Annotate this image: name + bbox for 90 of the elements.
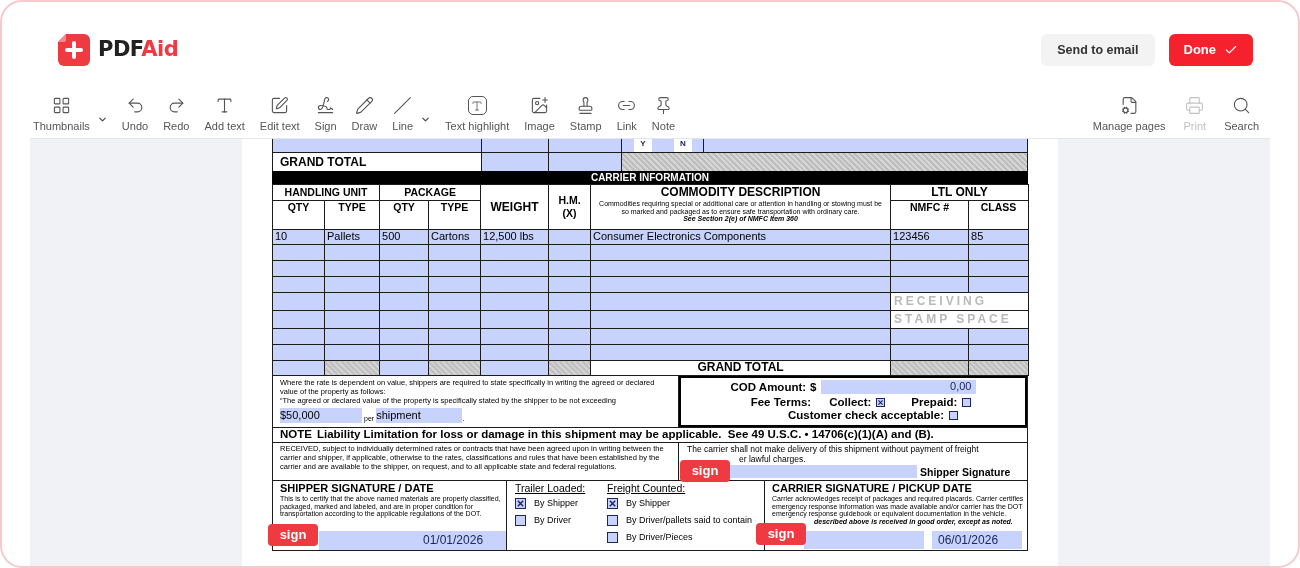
form-field[interactable]: $50,000: [280, 408, 362, 423]
checkbox[interactable]: [607, 515, 618, 526]
section-heading: Trailer Loaded:: [515, 482, 587, 495]
checkbox[interactable]: [948, 411, 958, 420]
fee-terms-label: Fee Terms:: [750, 396, 812, 409]
form-field[interactable]: [482, 153, 549, 171]
image-icon: [530, 96, 550, 115]
toolbar-button[interactable]: Undo: [120, 96, 150, 135]
toolbar-button[interactable]: Note: [650, 96, 677, 135]
toolbar-button[interactable]: Line: [391, 96, 415, 135]
form-field[interactable]: 0,00: [820, 380, 976, 394]
toolbar-button[interactable]: Add text: [203, 96, 246, 135]
column-header: QTY: [272, 200, 325, 230]
option-label: Customer check acceptable:: [788, 409, 944, 422]
signature-field[interactable]: [804, 531, 924, 549]
caret-icon: [420, 114, 432, 125]
signature-field[interactable]: [319, 531, 417, 550]
cod-label: COD Amount:: [730, 380, 807, 394]
section-heading: SHIPPER SIGNATURE / DATE: [280, 482, 435, 495]
signature-icon: [316, 96, 336, 115]
pen-square-icon: [270, 96, 290, 115]
file-gear-icon: [1119, 96, 1139, 115]
checkbox[interactable]: [607, 498, 618, 509]
column-header: TYPE: [324, 200, 380, 230]
column-header: NMFC #: [890, 200, 969, 230]
section-heading: CARRIER SIGNATURE / PICKUP DATE: [772, 482, 973, 495]
done-button[interactable]: Done: [1168, 34, 1253, 66]
section-title: CARRIER INFORMATION: [272, 171, 1028, 184]
line-icon: [393, 96, 413, 115]
toolbar-button[interactable]: Image: [523, 96, 556, 135]
notice-text: er lawful charges.: [738, 454, 807, 464]
toolbar-button[interactable]: Link: [615, 96, 638, 135]
note-text: Liability Limitation for loss or damage in this shipment may be applicable. See 49 U.S.C. • 14706(c)(1)(A) and (B).: [316, 427, 934, 443]
logo-icon: [58, 34, 90, 66]
signature-field[interactable]: [729, 465, 917, 478]
currency-label: $: [810, 380, 817, 394]
search-icon: [1232, 96, 1252, 115]
column-header: H.M. (X): [548, 184, 591, 230]
checkbox[interactable]: [962, 398, 972, 407]
column-header: HANDLING UNIT: [272, 184, 380, 201]
send-email-button[interactable]: Send to email: [1041, 34, 1155, 66]
check-icon: [1224, 43, 1238, 57]
notice-text: The carrier shall not make delivery of this shipment without payment of freight: [687, 444, 980, 454]
toolbar-button[interactable]: Edit text: [258, 96, 301, 135]
checkbox[interactable]: [876, 398, 886, 407]
pencil-icon: [354, 96, 374, 115]
option-label: By Driver/pallets said to contain: [626, 513, 753, 527]
checkbox[interactable]: [515, 498, 526, 509]
option-label: By Driver/Pieces: [626, 530, 693, 544]
brand-name: PDFAid: [98, 36, 179, 64]
toolbar-button[interactable]: Redo: [162, 96, 191, 135]
caret-icon: [96, 114, 108, 125]
text-box-icon: [467, 96, 487, 115]
option-label: By Driver: [534, 513, 571, 527]
date-field[interactable]: 06/01/2026: [932, 531, 1022, 549]
toolbar-button[interactable]: Manage pages: [1091, 96, 1167, 135]
option-label: By Shipper: [626, 496, 671, 510]
column-header: CLASS: [968, 200, 1029, 230]
toolbar-button[interactable]: Draw: [350, 96, 379, 135]
signature-label: Shipper Signature: [920, 466, 1011, 478]
period-label: .: [462, 414, 465, 423]
column-header: LTL ONLY: [890, 184, 1029, 201]
checkbox[interactable]: [607, 532, 618, 543]
column-header: TYPE: [428, 200, 481, 230]
table-cell: GRAND TOTAL: [590, 360, 891, 376]
option-label: Prepaid:: [911, 396, 958, 409]
toolbar-button[interactable]: Sign: [313, 96, 338, 135]
column-header: QTY: [379, 200, 429, 230]
sign-button[interactable]: sign: [268, 524, 318, 546]
column-header: COMMODITY DESCRIPTION: [659, 185, 822, 200]
date-field[interactable]: 01/01/2026: [417, 531, 506, 550]
form-field[interactable]: shipment: [376, 408, 463, 423]
option-label: By Shipper: [534, 496, 579, 510]
column-header: WEIGHT: [480, 184, 549, 230]
form-field[interactable]: [549, 153, 622, 171]
sign-button[interactable]: sign: [756, 523, 806, 545]
grid-icon: [51, 96, 71, 115]
toolbar-button[interactable]: Thumbnails: [32, 96, 91, 135]
toolbar-button[interactable]: Search: [1223, 96, 1260, 135]
column-header: PACKAGE: [379, 184, 481, 201]
toolbar-button[interactable]: Stamp: [568, 96, 603, 135]
sign-button[interactable]: sign: [680, 460, 730, 482]
option-label: Collect:: [829, 396, 872, 409]
section-heading: Freight Counted:: [607, 482, 687, 495]
note-label: NOTE: [280, 427, 312, 443]
dropdown-button[interactable]: [96, 114, 108, 125]
checkbox[interactable]: [515, 515, 526, 526]
toolbar-button[interactable]: Text highlight: [444, 96, 511, 135]
dropdown-button[interactable]: [420, 114, 432, 125]
printer-icon: [1185, 96, 1205, 115]
